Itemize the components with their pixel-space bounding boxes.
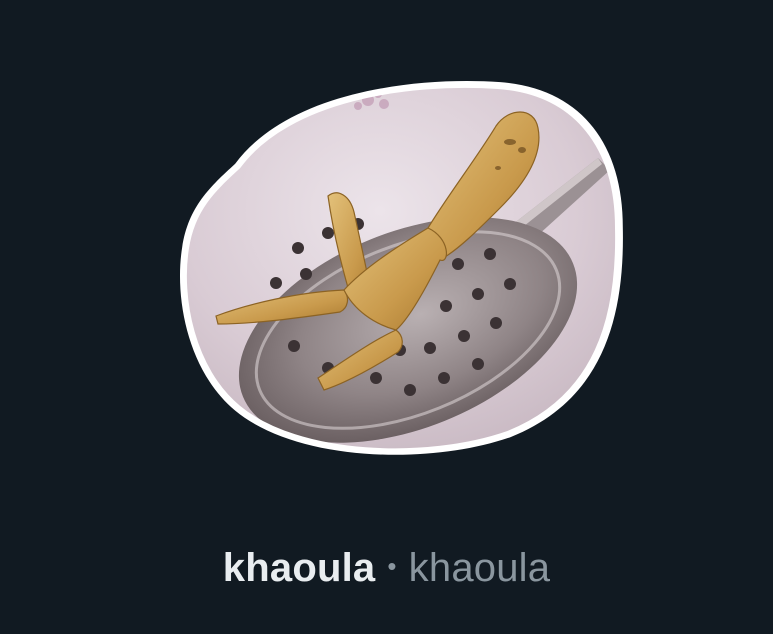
- pack-name[interactable]: khaoula: [223, 546, 376, 591]
- author-name[interactable]: khaoula: [409, 546, 551, 591]
- separator-dot: •: [387, 550, 397, 581]
- sticker-image[interactable]: [178, 78, 626, 458]
- sticker-caption: khaoula • khaoula: [0, 538, 773, 598]
